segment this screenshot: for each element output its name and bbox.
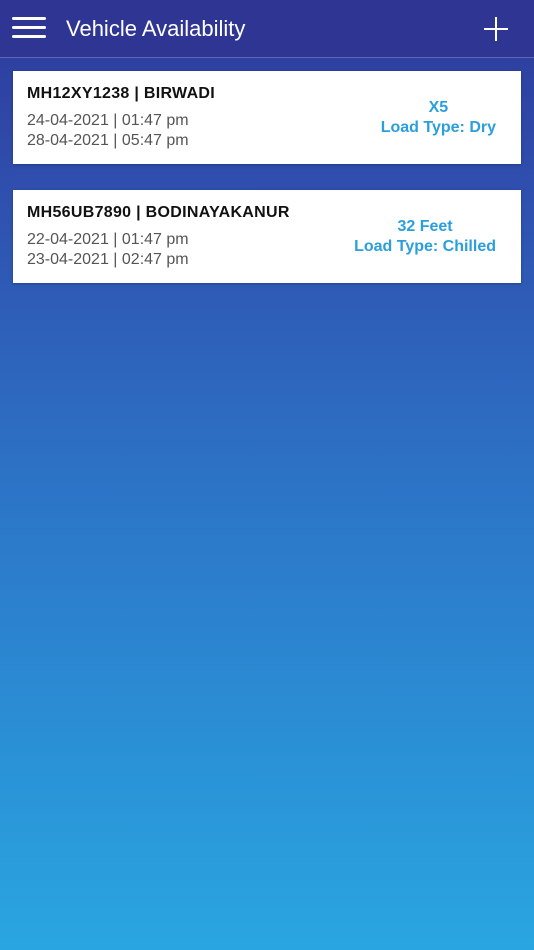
- available-to: 28-04-2021 | 05:47 pm: [27, 132, 189, 149]
- load-type: Load Type: Dry: [380, 119, 496, 136]
- menu-line: [12, 17, 46, 20]
- page-title: Vehicle Availability: [66, 16, 246, 41]
- vehicle-number-location: MH12XY1238 | BIRWADI: [27, 85, 216, 102]
- vehicle-number-location: MH56UB7890 | BODINAYAKANUR: [27, 204, 290, 221]
- vehicle-details: 32 Feet Load Type: Chilled: [354, 217, 496, 257]
- plus-icon[interactable]: [484, 16, 510, 42]
- hamburger-menu-icon[interactable]: [12, 14, 46, 42]
- available-from: 24-04-2021 | 01:47 pm: [27, 112, 189, 129]
- vehicle-card[interactable]: MH12XY1238 | BIRWADI 24-04-2021 | 01:47 …: [13, 71, 521, 164]
- available-to: 23-04-2021 | 02:47 pm: [27, 251, 189, 268]
- vehicle-details: X5 Load Type: Dry: [381, 98, 496, 138]
- menu-line: [12, 35, 46, 38]
- load-type: Load Type: Chilled: [354, 238, 496, 255]
- available-from: 22-04-2021 | 01:47 pm: [27, 231, 189, 248]
- vehicle-card[interactable]: MH56UB7890 | BODINAYAKANUR 22-04-2021 | …: [13, 190, 521, 283]
- vehicle-size: X5: [428, 99, 449, 116]
- menu-line: [12, 26, 46, 29]
- vehicle-size: 32 Feet: [397, 218, 453, 235]
- app-bar: Vehicle Availability: [0, 0, 534, 58]
